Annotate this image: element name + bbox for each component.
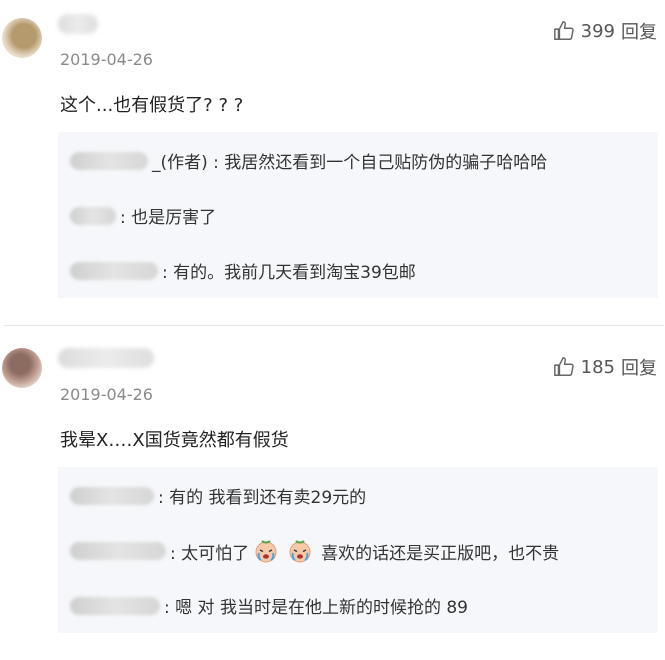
reply-item: : 有的。我前几天看到淘宝39包邮 bbox=[70, 258, 416, 283]
like-count: 185 bbox=[580, 356, 615, 378]
crying-face-icon bbox=[255, 540, 277, 563]
reply-list: : 有的 我看到还有卖29元的 : 太可怕了 喜欢的话还是买正版吧，也不贵: … bbox=[58, 467, 658, 633]
reply-text-before: : 太可怕了 bbox=[170, 543, 250, 564]
reply-button[interactable]: 回复 bbox=[621, 354, 657, 380]
reply-list: _(作者) : 我居然还看到一个自己贴防伪的骗子哈哈哈 : 也是厉害了 : 有的… bbox=[58, 132, 658, 298]
thumbs-up-icon[interactable] bbox=[553, 20, 575, 42]
reply-text-after: 喜欢的话还是买正版吧，也不贵 bbox=[321, 543, 560, 564]
reply-username-blurred[interactable] bbox=[70, 596, 160, 615]
reply-username-blurred[interactable] bbox=[70, 206, 116, 225]
like-count: 399 bbox=[580, 20, 615, 42]
reply-text: : 也是厉害了 bbox=[120, 208, 217, 228]
comment-actions: 399 回复 bbox=[553, 18, 657, 44]
reply-button[interactable]: 回复 bbox=[621, 18, 657, 44]
comment-date: 2019-04-26 bbox=[60, 385, 153, 404]
reply-text: : 嗯 对 我当时是在他上新的时候抢的 89 bbox=[164, 598, 468, 618]
reply-item: : 有的 我看到还有卖29元的 bbox=[70, 483, 366, 508]
comment-divider bbox=[4, 325, 664, 326]
reply-text: _(作者) : 我居然还看到一个自己贴防伪的骗子哈哈哈 bbox=[152, 153, 548, 173]
comment-2: 2019-04-26 185 回复 我晕X‥‥X国货竟然都有假货 : 有的 我看… bbox=[0, 330, 665, 660]
reply-item: : 太可怕了 喜欢的话还是买正版吧，也不贵 bbox=[70, 538, 559, 564]
avatar[interactable] bbox=[2, 348, 42, 388]
avatar[interactable] bbox=[2, 18, 42, 58]
reply-item: : 嗯 对 我当时是在他上新的时候抢的 89 bbox=[70, 593, 468, 618]
reply-username-blurred[interactable] bbox=[70, 486, 154, 505]
reply-username-blurred[interactable] bbox=[70, 261, 158, 280]
comment-actions: 185 回复 bbox=[553, 354, 657, 380]
comment-1: 2019-04-26 399 回复 这个...也有假货了? ? ? _(作者) … bbox=[0, 0, 665, 320]
thumbs-up-icon[interactable] bbox=[553, 356, 575, 378]
reply-username-blurred[interactable] bbox=[70, 151, 148, 170]
comment-date: 2019-04-26 bbox=[60, 50, 153, 69]
username-blurred[interactable] bbox=[58, 14, 98, 34]
username-blurred[interactable] bbox=[58, 348, 154, 368]
reply-text: : 有的 我看到还有卖29元的 bbox=[158, 488, 367, 508]
crying-face-icon bbox=[289, 540, 311, 563]
comment-text: 这个...也有假货了? ? ? bbox=[60, 95, 244, 116]
reply-item: : 也是厉害了 bbox=[70, 203, 216, 228]
reply-username-blurred[interactable] bbox=[70, 542, 166, 560]
reply-item: _(作者) : 我居然还看到一个自己贴防伪的骗子哈哈哈 bbox=[70, 148, 547, 173]
reply-text: : 有的。我前几天看到淘宝39包邮 bbox=[162, 263, 416, 283]
comment-text: 我晕X‥‥X国货竟然都有假货 bbox=[60, 430, 289, 451]
